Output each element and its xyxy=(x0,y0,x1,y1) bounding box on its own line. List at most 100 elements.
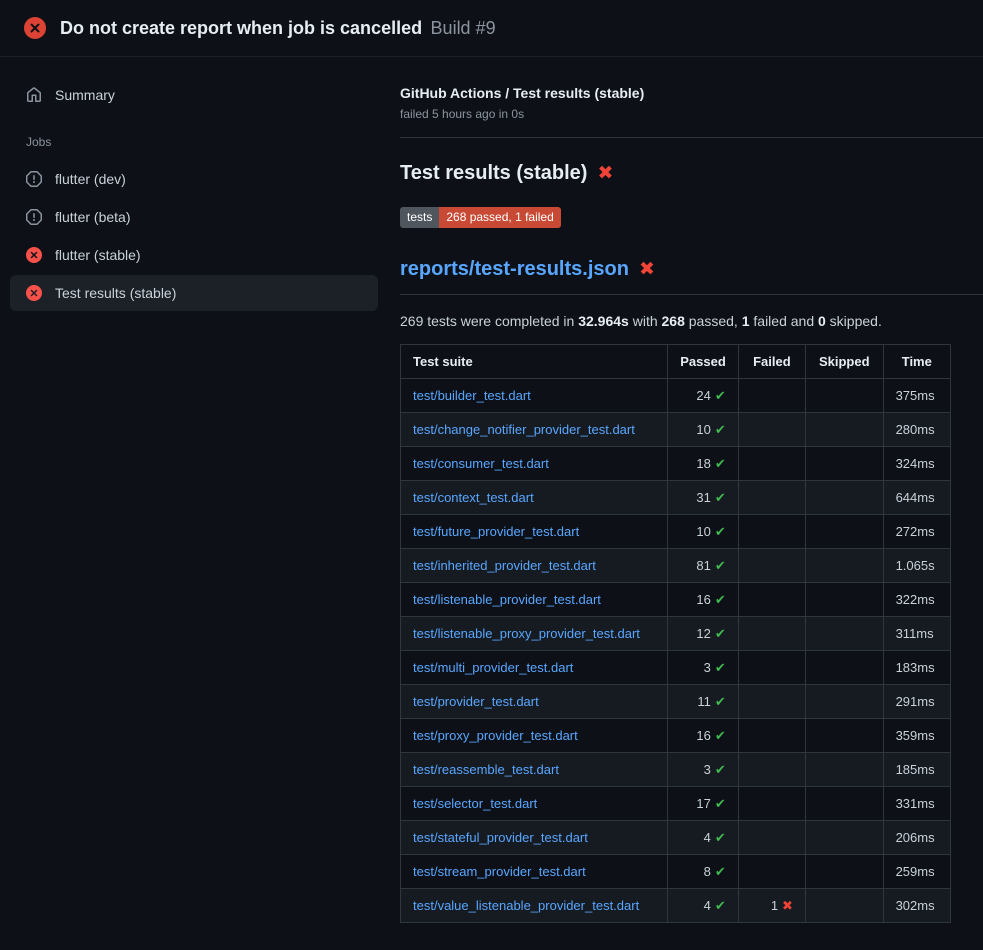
passed-cell: 12✔ xyxy=(668,617,739,651)
test-suite-link[interactable]: test/stateful_provider_test.dart xyxy=(413,830,588,845)
time-cell: 331ms xyxy=(883,787,950,821)
passed-cell: 3✔ xyxy=(668,651,739,685)
failed-cell xyxy=(738,447,805,481)
time-cell: 183ms xyxy=(883,651,950,685)
column-header-skipped: Skipped xyxy=(805,345,883,379)
column-header-failed: Failed xyxy=(738,345,805,379)
summary-text: skipped. xyxy=(826,313,882,329)
test-suite-link[interactable]: test/listenable_proxy_provider_test.dart xyxy=(413,626,640,641)
test-suite-link[interactable]: test/provider_test.dart xyxy=(413,694,539,709)
badge-value: 268 passed, 1 failed xyxy=(439,207,560,228)
skipped-cell xyxy=(805,481,883,515)
passed-cell: 10✔ xyxy=(668,515,739,549)
passed-count: 81 xyxy=(696,558,710,573)
test-suite-link[interactable]: test/stream_provider_test.dart xyxy=(413,864,586,879)
sidebar-item-flutter-stable[interactable]: flutter (stable) xyxy=(10,237,378,273)
passed-count: 3 xyxy=(704,660,711,675)
report-title-link[interactable]: reports/test-results.json xyxy=(400,258,629,281)
sidebar-item-label: flutter (stable) xyxy=(55,247,141,263)
passed-count: 18 xyxy=(696,456,710,471)
table-row: test/change_notifier_provider_test.dart1… xyxy=(401,413,951,447)
run-header: Do not create report when job is cancell… xyxy=(0,0,983,57)
failed-cell xyxy=(738,719,805,753)
passed-cell: 18✔ xyxy=(668,447,739,481)
time-cell: 375ms xyxy=(883,379,950,413)
sidebar-item-summary[interactable]: Summary xyxy=(10,77,378,113)
passed-cell: 17✔ xyxy=(668,787,739,821)
table-header-row: Test suitePassedFailedSkippedTime xyxy=(401,345,951,379)
skipped-cell xyxy=(805,515,883,549)
skipped-cell xyxy=(805,753,883,787)
summary-text: passed, xyxy=(685,313,742,329)
skipped-cell xyxy=(805,583,883,617)
time-cell: 302ms xyxy=(883,889,950,923)
time-cell: 359ms xyxy=(883,719,950,753)
sidebar-item-flutter-beta[interactable]: flutter (beta) xyxy=(10,199,378,235)
time-cell: 259ms xyxy=(883,855,950,889)
test-suite-cell: test/multi_provider_test.dart xyxy=(401,651,668,685)
table-row: test/consumer_test.dart18✔324ms xyxy=(401,447,951,481)
sidebar-item-label: flutter (dev) xyxy=(55,171,126,187)
sidebar-item-test-results-stable[interactable]: Test results (stable) xyxy=(10,275,378,311)
check-icon: ✔ xyxy=(715,490,726,505)
check-icon: ✔ xyxy=(715,558,726,573)
test-suite-cell: test/change_notifier_provider_test.dart xyxy=(401,413,668,447)
sidebar-item-label: flutter (beta) xyxy=(55,209,130,225)
table-row: test/multi_provider_test.dart 3✔ 183ms xyxy=(401,651,951,685)
time-cell: 322ms xyxy=(883,583,950,617)
passed-count: 4 xyxy=(704,898,711,913)
x-circle-icon xyxy=(26,285,42,301)
failed-cross-icon: ✖ xyxy=(597,164,613,183)
failed-cell xyxy=(738,753,805,787)
test-suite-link[interactable]: test/proxy_provider_test.dart xyxy=(413,728,578,743)
test-suite-link[interactable]: test/reassemble_test.dart xyxy=(413,762,559,777)
stop-icon xyxy=(26,171,42,187)
test-suite-link[interactable]: test/consumer_test.dart xyxy=(413,456,549,471)
report-title: reports/test-results.json ✖ xyxy=(400,258,983,281)
test-suite-cell: test/future_provider_test.dart xyxy=(401,515,668,549)
table-row: test/proxy_provider_test.dart16✔359ms xyxy=(401,719,951,753)
check-icon: ✔ xyxy=(715,388,726,403)
section-title: Test results (stable) ✖ xyxy=(400,162,983,185)
time-cell: 272ms xyxy=(883,515,950,549)
test-suite-link[interactable]: test/multi_provider_test.dart xyxy=(413,660,573,675)
failed-cell xyxy=(738,481,805,515)
test-suite-link[interactable]: test/change_notifier_provider_test.dart xyxy=(413,422,635,437)
summary-failed-count: 1 xyxy=(742,313,750,329)
passed-count: 31 xyxy=(696,490,710,505)
table-row: test/selector_test.dart 17✔ 331ms xyxy=(401,787,951,821)
badge-label: tests xyxy=(400,207,439,228)
test-suite-cell: test/listenable_proxy_provider_test.dart xyxy=(401,617,668,651)
jobs-heading: Jobs xyxy=(10,135,378,161)
tests-badge: tests 268 passed, 1 failed xyxy=(400,207,561,228)
test-suite-cell: test/consumer_test.dart xyxy=(401,447,668,481)
summary-passed-count: 268 xyxy=(662,313,685,329)
test-suite-link[interactable]: test/selector_test.dart xyxy=(413,796,537,811)
check-icon: ✔ xyxy=(715,898,726,913)
check-icon: ✔ xyxy=(715,830,726,845)
failed-cell xyxy=(738,821,805,855)
test-suite-cell: test/stateful_provider_test.dart xyxy=(401,821,668,855)
check-icon: ✔ xyxy=(715,422,726,437)
test-suite-link[interactable]: test/builder_test.dart xyxy=(413,388,531,403)
passed-count: 11 xyxy=(697,694,711,709)
test-suite-cell: test/listenable_provider_test.dart xyxy=(401,583,668,617)
time-cell: 280ms xyxy=(883,413,950,447)
summary-text: with xyxy=(629,313,662,329)
test-suite-link[interactable]: test/listenable_provider_test.dart xyxy=(413,592,601,607)
passed-cell: 3✔ xyxy=(668,753,739,787)
sidebar-summary-label: Summary xyxy=(55,87,115,103)
passed-count: 8 xyxy=(704,864,711,879)
summary-text: failed and xyxy=(750,313,819,329)
table-row: test/listenable_proxy_provider_test.dart… xyxy=(401,617,951,651)
passed-count: 16 xyxy=(696,728,710,743)
check-icon: ✔ xyxy=(715,524,726,539)
divider xyxy=(400,137,983,138)
skipped-cell xyxy=(805,685,883,719)
test-suite-link[interactable]: test/context_test.dart xyxy=(413,490,534,505)
test-suite-link[interactable]: test/value_listenable_provider_test.dart xyxy=(413,898,639,913)
test-suite-link[interactable]: test/inherited_provider_test.dart xyxy=(413,558,596,573)
sidebar-item-flutter-dev[interactable]: flutter (dev) xyxy=(10,161,378,197)
test-suite-link[interactable]: test/future_provider_test.dart xyxy=(413,524,579,539)
table-row: test/stateful_provider_test.dart4✔206ms xyxy=(401,821,951,855)
